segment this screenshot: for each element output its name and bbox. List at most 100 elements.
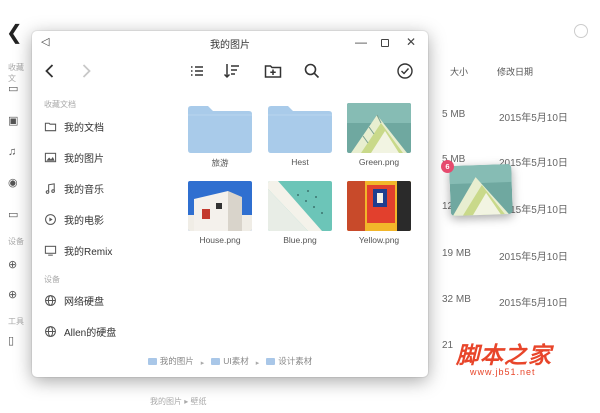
background-row-size: 32 MB [442,294,471,305]
sidebar-item-label: 网络硬盘 [64,296,104,308]
sidebar-item-label: 我的音乐 [64,184,104,196]
background-sidebar: 收藏文 ▭ ▣ ♫ ◉ ▭ 设备 ⊕ ⊕ 工具 ▯ [0,58,30,378]
globe-icon [43,293,57,307]
search-icon[interactable] [302,61,322,81]
background-sidebar-section-favorites: 收藏文 [8,63,24,83]
breadcrumb-separator-icon: ▸ [200,359,205,367]
sort-icon[interactable] [222,61,242,81]
background-sidebar-section-tools: 工具 [8,317,24,326]
sidebar-item-allen-drive[interactable]: Allen的硬盘 [43,322,168,340]
breadcrumb-item[interactable]: 我的图片 [147,355,194,367]
breadcrumb-label: 我的图片 [159,356,194,366]
globe-icon [43,324,57,338]
image-thumbnail-green [347,103,411,153]
background-monitor-icon[interactable]: ▭ [8,208,18,221]
background-play-icon[interactable]: ◉ [8,176,18,189]
background-footer-breadcrumb[interactable]: 我的图片 ▸ 壁纸 [150,396,206,407]
file-tile-image[interactable]: Blue.png [266,181,334,251]
sidebar-item-label: 我的文档 [64,122,104,134]
drag-count-badge: 6 [441,160,454,173]
watermark-logo: 脚本之家 www.jb51.net [452,336,592,386]
dialog-title: 我的图片 [210,40,250,51]
background-globe-icon-2[interactable]: ⊕ [8,288,17,301]
background-column-modified[interactable]: 修改日期 [497,65,533,78]
sidebar-item-label: Allen的硬盘 [64,327,117,339]
background-globe-icon[interactable]: ⊕ [8,258,17,271]
file-picker-dialog: ◁ 我的图片 — ✕ 收藏文档 我的文档 我的图片 我的音乐 我的电影 我的Re… [32,31,428,377]
file-tile-folder[interactable]: Hest [266,103,334,173]
close-icon[interactable]: ✕ [404,35,418,49]
background-row-size: 19 MB [442,248,471,259]
sidebar-item-network-drive[interactable]: 网络硬盘 [43,291,168,309]
confirm-check-icon[interactable] [395,61,415,81]
background-back-icon[interactable]: ❮ [6,20,23,45]
folder-icon [266,357,276,365]
breadcrumb-label: UI素材 [223,356,249,366]
folder-thumbnail-icon [268,103,332,153]
sidebar-item-remix[interactable]: 我的Remix [43,241,168,259]
screen: ❮ 收藏文 ▭ ▣ ♫ ◉ ▭ 设备 ⊕ ⊕ 工具 ▯ 大小 修改日期 5 MB… [0,0,600,413]
file-name: Hest [291,157,309,167]
sidebar-item-label: 我的Remix [64,246,113,258]
file-tile-image[interactable]: Yellow.png [345,181,413,251]
forward-arrow-icon[interactable] [76,61,96,81]
music-icon [43,181,57,195]
background-row-date: 2015年5月10日 [499,298,568,309]
folder-thumbnail-icon [188,103,252,153]
breadcrumb-label: 设计素材 [278,356,313,366]
breadcrumb-separator-icon: ▸ [255,359,260,367]
background-image-icon[interactable]: ▣ [8,114,18,127]
minimize-icon[interactable]: — [354,35,368,49]
background-table-row[interactable]: 32 MB 2015年5月10日 [430,294,600,309]
background-row-size: 5 MB [442,109,466,120]
sidebar-item-label: 我的电影 [64,215,104,227]
breadcrumb: 我的图片 ▸ UI素材 ▸ 设计素材 [32,355,428,369]
back-arrow-icon[interactable] [40,61,60,81]
file-tile-image[interactable]: House.png [186,181,254,251]
movie-icon [43,212,57,226]
list-view-icon[interactable] [187,61,207,81]
breadcrumb-item[interactable]: UI素材 [211,355,249,367]
background-select-circle-icon[interactable] [574,24,588,38]
background-folder-icon[interactable]: ▭ [8,82,18,95]
folder-icon [211,357,221,365]
watermark-url: www.jb51.net [470,367,536,377]
maximize-icon[interactable] [378,35,392,49]
file-name: 旅游 [211,158,229,168]
sidebar-section-devices: 设备 [44,275,60,284]
breadcrumb-item[interactable]: 设计素材 [266,355,312,367]
background-table-row[interactable]: 5 MB 2015年5月10日 [430,109,600,124]
background-sidebar-section-devices: 设备 [8,237,24,246]
dialog-toolbar [32,53,428,89]
background-trash-icon[interactable]: ▯ [8,334,14,347]
background-table-row[interactable]: 5 MB 2015年5月10日 [430,154,600,169]
new-folder-icon[interactable] [263,61,283,81]
image-thumbnail-yellow [347,181,411,231]
background-column-size[interactable]: 大小 [450,65,468,78]
file-tile-image[interactable]: Green.png [345,103,413,173]
file-name: House.png [199,235,241,245]
file-name: Blue.png [283,235,317,245]
file-tile-folder[interactable]: 旅游 [186,103,254,173]
dialog-titlebar[interactable]: ◁ 我的图片 — ✕ [32,31,428,53]
background-row-date: 2015年5月10日 [499,113,568,124]
sidebar-item-music[interactable]: 我的音乐 [43,179,168,197]
background-row-date: 2015年5月10日 [499,252,568,263]
sidebar-item-label: 我的图片 [64,153,104,165]
watermark-title: 脚本之家 [456,342,552,369]
background-table-row[interactable]: 19 MB 2015年5月10日 [430,248,600,263]
folder-icon [43,119,57,133]
file-name: Green.png [358,157,400,167]
file-name: Yellow.png [358,235,400,245]
sidebar-item-movies[interactable]: 我的电影 [43,210,168,228]
dragged-image-preview[interactable] [449,163,513,217]
image-thumbnail-blue [268,181,332,231]
folder-icon [147,357,157,365]
dialog-sidebar: 收藏文档 我的文档 我的图片 我的音乐 我的电影 我的Remix 设备 网络硬盘… [32,89,172,377]
sidebar-section-favorites: 收藏文档 [44,100,76,109]
file-grid: 旅游 Hest Green.png House.png Blue.png Yel… [182,99,426,309]
image-icon [43,150,57,164]
background-music-icon[interactable]: ♫ [8,146,16,158]
sidebar-item-documents[interactable]: 我的文档 [43,117,168,135]
sidebar-item-pictures[interactable]: 我的图片 [43,148,168,166]
